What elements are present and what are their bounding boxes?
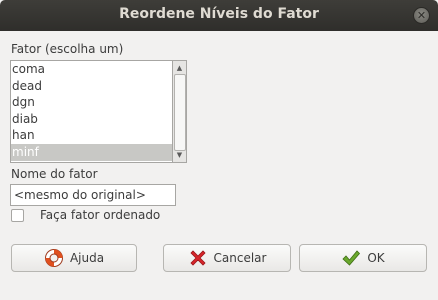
factor-list-label: Fator (escolha um) <box>11 42 124 56</box>
green-check-icon <box>341 248 361 268</box>
ok-button-label: OK <box>367 251 385 265</box>
window-title: Reordene Níveis do Fator <box>119 6 319 22</box>
title-bar[interactable]: Reordene Níveis do Fator ✕ <box>0 0 438 31</box>
list-item[interactable]: coma <box>11 61 172 78</box>
cancel-button-label: Cancelar <box>213 251 267 265</box>
list-item[interactable]: dgn <box>11 94 172 111</box>
list-item-selected[interactable]: minf <box>11 143 172 161</box>
dialog-window: Reordene Níveis do Fator ✕ Fator (escolh… <box>0 0 438 300</box>
list-item[interactable]: han <box>11 127 172 144</box>
cancel-button[interactable]: Cancelar <box>163 244 291 272</box>
lifebuoy-icon <box>44 248 64 268</box>
factor-listbox[interactable]: coma dead dgn diab han minf <box>10 60 173 163</box>
scroll-thumb[interactable] <box>174 74 186 151</box>
factor-name-input[interactable]: <mesmo do original> <box>10 184 176 206</box>
red-x-icon <box>188 248 208 268</box>
factor-name-label: Nome do fator <box>11 167 98 181</box>
close-icon: ✕ <box>416 9 427 22</box>
list-item[interactable]: dead <box>11 78 172 95</box>
ordered-factor-label: Faça fator ordenado <box>40 208 161 222</box>
help-button-label: Ajuda <box>69 251 105 265</box>
scroll-down-arrow-icon[interactable]: ▼ <box>173 149 186 161</box>
help-button[interactable]: Ajuda <box>11 244 137 272</box>
ok-button[interactable]: OK <box>299 244 427 272</box>
list-item[interactable]: diab <box>11 111 172 128</box>
close-button[interactable]: ✕ <box>413 7 430 24</box>
scroll-up-arrow-icon[interactable]: ▲ <box>173 62 186 74</box>
ordered-factor-checkbox[interactable] <box>11 209 24 222</box>
factor-list-scrollbar[interactable]: ▲ ▼ <box>173 60 187 163</box>
